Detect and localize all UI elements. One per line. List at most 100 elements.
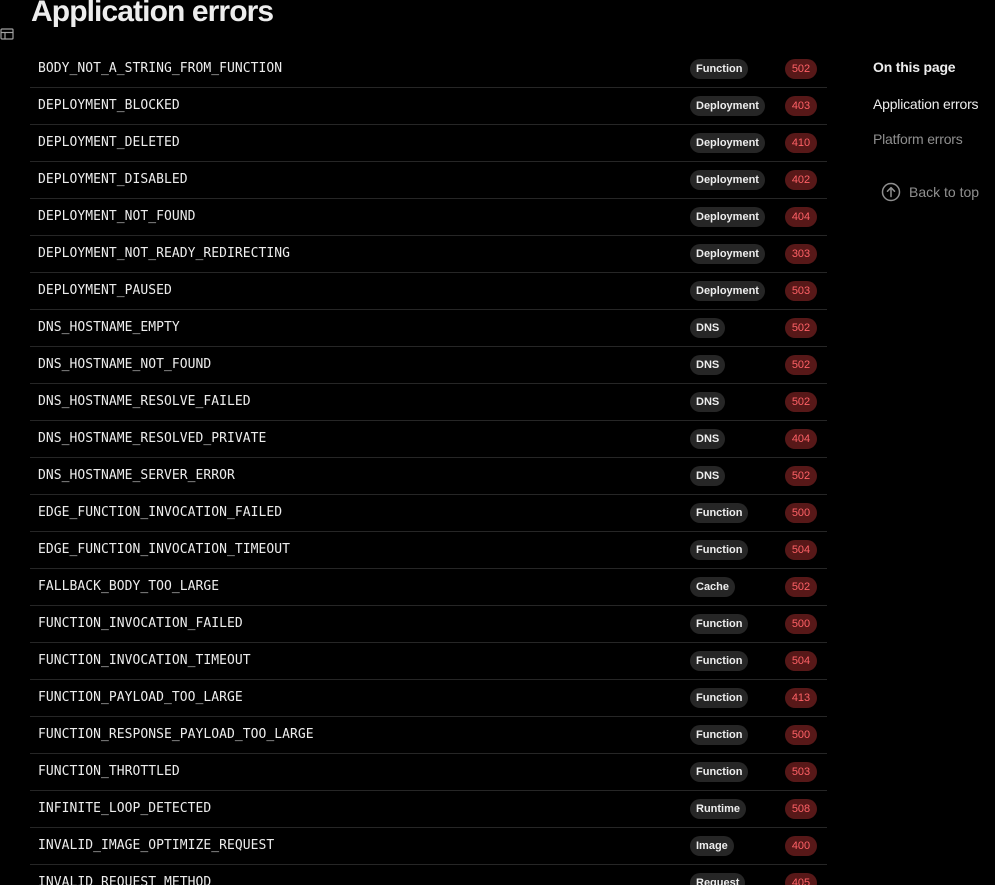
category-badge: Function xyxy=(690,503,749,523)
error-code[interactable]: FUNCTION_RESPONSE_PAYLOAD_TOO_LARGE xyxy=(38,717,314,753)
status-code-badge: 502 xyxy=(785,577,817,597)
status-code-badge: 502 xyxy=(785,318,817,338)
page-title: Application errors xyxy=(31,0,274,28)
error-row: DEPLOYMENT_BLOCKED Deployment 403 xyxy=(30,88,827,125)
error-row: DEPLOYMENT_DISABLED Deployment 402 xyxy=(30,162,827,199)
status-code-badge: 500 xyxy=(785,725,817,745)
status-code-badge: 400 xyxy=(785,836,817,856)
error-code[interactable]: INVALID_REQUEST_METHOD xyxy=(38,865,211,885)
error-row: DEPLOYMENT_NOT_READY_REDIRECTING Deployme… xyxy=(30,236,827,273)
category-badge: Function xyxy=(690,540,749,560)
error-row: DNS_HOSTNAME_RESOLVED_PRIVATE DNS 404 xyxy=(30,421,827,458)
error-row: DNS_HOSTNAME_RESOLVE_FAILED DNS 502 xyxy=(30,384,827,421)
category-badge: DNS xyxy=(690,355,726,375)
toc-link-application-errors[interactable]: Application errors xyxy=(873,95,979,113)
category-badge: Request xyxy=(690,873,746,885)
error-code[interactable]: DNS_HOSTNAME_NOT_FOUND xyxy=(38,347,211,383)
status-code-badge: 404 xyxy=(785,429,817,449)
category-badge: Function xyxy=(690,762,749,782)
status-code-badge: 402 xyxy=(785,170,817,190)
status-code-badge: 404 xyxy=(785,207,817,227)
error-code[interactable]: EDGE_FUNCTION_INVOCATION_FAILED xyxy=(38,495,282,531)
error-code[interactable]: DEPLOYMENT_DELETED xyxy=(38,125,180,161)
status-code-badge: 500 xyxy=(785,503,817,523)
error-code[interactable]: FUNCTION_THROTTLED xyxy=(38,754,180,790)
category-badge: DNS xyxy=(690,429,726,449)
error-code[interactable]: DNS_HOSTNAME_RESOLVE_FAILED xyxy=(38,384,251,420)
category-badge: Runtime xyxy=(690,799,746,819)
status-code-badge: 503 xyxy=(785,281,817,301)
status-code-badge: 504 xyxy=(785,651,817,671)
error-codes-table: BODY_NOT_A_STRING_FROM_FUNCTION Function 5… xyxy=(30,51,827,885)
back-to-top-button[interactable]: Back to top xyxy=(881,181,979,203)
category-badge: Function xyxy=(690,651,749,671)
docs-page: Application errors BODY_NOT_A_STRING_FRO… xyxy=(0,0,995,885)
error-row: FUNCTION_RESPONSE_PAYLOAD_TOO_LARGE Funct… xyxy=(30,717,827,754)
status-code-badge: 303 xyxy=(785,244,817,264)
error-code[interactable]: DNS_HOSTNAME_EMPTY xyxy=(38,310,180,346)
status-code-badge: 413 xyxy=(785,688,817,708)
status-code-badge: 500 xyxy=(785,614,817,634)
status-code-badge: 504 xyxy=(785,540,817,560)
error-row: INVALID_REQUEST_METHOD Request 405 xyxy=(30,865,827,885)
status-code-badge: 403 xyxy=(785,96,817,116)
category-badge: Deployment xyxy=(690,96,765,116)
category-badge: Deployment xyxy=(690,207,765,227)
error-row: INFINITE_LOOP_DETECTED Runtime 508 xyxy=(30,791,827,828)
error-code[interactable]: FUNCTION_INVOCATION_TIMEOUT xyxy=(38,643,251,679)
category-badge: DNS xyxy=(690,466,726,486)
status-code-badge: 405 xyxy=(785,873,817,885)
status-code-badge: 410 xyxy=(785,133,817,153)
sidebar-toggle-icon[interactable] xyxy=(0,27,14,41)
error-code[interactable]: DEPLOYMENT_DISABLED xyxy=(38,162,188,198)
category-badge: Function xyxy=(690,725,749,745)
category-badge: Function xyxy=(690,688,749,708)
category-badge: DNS xyxy=(690,392,726,412)
status-code-badge: 502 xyxy=(785,355,817,375)
error-code[interactable]: DEPLOYMENT_BLOCKED xyxy=(38,88,180,124)
error-row: INVALID_IMAGE_OPTIMIZE_REQUEST Image 400 xyxy=(30,828,827,865)
error-row: EDGE_FUNCTION_INVOCATION_TIMEOUT Function… xyxy=(30,532,827,569)
error-row: FALLBACK_BODY_TOO_LARGE Cache 502 xyxy=(30,569,827,606)
error-code[interactable]: DEPLOYMENT_PAUSED xyxy=(38,273,172,309)
status-code-badge: 502 xyxy=(785,59,817,79)
error-row: DEPLOYMENT_PAUSED Deployment 503 xyxy=(30,273,827,310)
error-row: BODY_NOT_A_STRING_FROM_FUNCTION Function 5… xyxy=(30,51,827,88)
toc-link-platform-errors[interactable]: Platform errors xyxy=(873,130,963,148)
back-to-top-label: Back to top xyxy=(909,184,980,200)
category-badge: Function xyxy=(690,614,749,634)
category-badge: Deployment xyxy=(690,170,765,190)
error-row: DNS_HOSTNAME_NOT_FOUND DNS 502 xyxy=(30,347,827,384)
error-code[interactable]: FALLBACK_BODY_TOO_LARGE xyxy=(38,569,219,605)
category-badge: Cache xyxy=(690,577,736,597)
error-code[interactable]: EDGE_FUNCTION_INVOCATION_TIMEOUT xyxy=(38,532,290,568)
category-badge: Deployment xyxy=(690,133,765,153)
category-badge: Function xyxy=(690,59,749,79)
error-code[interactable]: FUNCTION_PAYLOAD_TOO_LARGE xyxy=(38,680,243,716)
category-badge: DNS xyxy=(690,318,726,338)
error-row: FUNCTION_INVOCATION_TIMEOUT Function 504 xyxy=(30,643,827,680)
error-code[interactable]: INFINITE_LOOP_DETECTED xyxy=(38,791,211,827)
status-code-badge: 502 xyxy=(785,466,817,486)
error-row: EDGE_FUNCTION_INVOCATION_FAILED Function 5… xyxy=(30,495,827,532)
error-row: FUNCTION_PAYLOAD_TOO_LARGE Function 413 xyxy=(30,680,827,717)
error-code[interactable]: DNS_HOSTNAME_SERVER_ERROR xyxy=(38,458,235,494)
error-code[interactable]: DNS_HOSTNAME_RESOLVED_PRIVATE xyxy=(38,421,266,457)
error-row: FUNCTION_INVOCATION_FAILED Function 500 xyxy=(30,606,827,643)
error-code[interactable]: FUNCTION_INVOCATION_FAILED xyxy=(38,606,243,642)
status-code-badge: 503 xyxy=(785,762,817,782)
toc-heading: On this page xyxy=(873,59,956,75)
status-code-badge: 502 xyxy=(785,392,817,412)
status-code-badge: 508 xyxy=(785,799,817,819)
error-code[interactable]: INVALID_IMAGE_OPTIMIZE_REQUEST xyxy=(38,828,274,864)
error-row: FUNCTION_THROTTLED Function 503 xyxy=(30,754,827,791)
arrow-up-circle-icon xyxy=(881,182,901,202)
category-badge: Deployment xyxy=(690,281,765,301)
category-badge: Image xyxy=(690,836,734,856)
error-row: DNS_HOSTNAME_SERVER_ERROR DNS 502 xyxy=(30,458,827,495)
error-row: DEPLOYMENT_DELETED Deployment 410 xyxy=(30,125,827,162)
error-code[interactable]: DEPLOYMENT_NOT_FOUND xyxy=(38,199,196,235)
error-code[interactable]: BODY_NOT_A_STRING_FROM_FUNCTION xyxy=(38,51,282,87)
error-row: DNS_HOSTNAME_EMPTY DNS 502 xyxy=(30,310,827,347)
error-code[interactable]: DEPLOYMENT_NOT_READY_REDIRECTING xyxy=(38,236,290,272)
